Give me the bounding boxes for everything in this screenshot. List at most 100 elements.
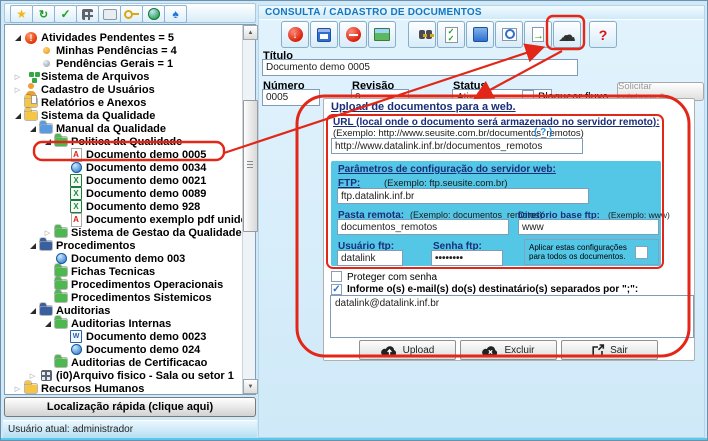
new-document-button[interactable] [281, 21, 309, 48]
tree: Atividades Pendentes = 5Minhas Pendência… [4, 24, 256, 395]
expand-arrow-icon[interactable]: ▷ [12, 86, 23, 94]
sair-button[interactable]: Sair [561, 340, 658, 360]
tree-item-label: (i0)Arquivo fisico - Sala ou setor 1 [56, 370, 234, 382]
dot-gray-icon [38, 57, 54, 70]
upload-button[interactable]: Upload [359, 340, 456, 360]
export-button[interactable] [524, 21, 552, 48]
checklist-button[interactable] [437, 21, 465, 48]
expand-arrow-icon[interactable] [12, 35, 23, 41]
save-button[interactable] [310, 21, 338, 48]
tree-item[interactable]: Documento demo 0089 [5, 187, 255, 200]
apply-config-checkbox[interactable] [635, 246, 648, 259]
tree-item[interactable]: Auditorias [5, 304, 255, 317]
numero-input[interactable] [262, 89, 320, 106]
email-textarea[interactable]: datalink@datalink.inf.br [330, 295, 694, 338]
tree-item[interactable]: ▷Sistema de Arquivos [5, 70, 255, 83]
delete-button[interactable] [339, 21, 367, 48]
tree-item-label: Procedimentos [56, 240, 135, 252]
email-checkbox[interactable] [331, 284, 342, 295]
expand-arrow-icon[interactable]: ▷ [12, 73, 23, 81]
expand-arrow-icon[interactable]: ▷ [27, 372, 38, 380]
preview-button[interactable] [495, 21, 523, 48]
diretorio-input[interactable] [518, 219, 659, 235]
tree-scrollbar[interactable]: ▲ ▼ [242, 25, 255, 394]
key-button[interactable] [120, 5, 143, 23]
expand-arrow-icon[interactable]: ▷ [42, 229, 53, 237]
globe-button[interactable] [142, 5, 165, 23]
tree-item[interactable]: Relatórios e Anexos [5, 96, 255, 109]
quick-find-button[interactable]: Localização rápida (clique aqui) [4, 397, 256, 417]
url-input[interactable] [331, 138, 583, 154]
tree-item[interactable]: ▷ Recursos Humanos [5, 382, 255, 395]
tree-item[interactable]: Documento demo 0034 [5, 161, 255, 174]
scroll-up-icon[interactable]: ▲ [243, 25, 258, 40]
folder-green-icon [53, 291, 69, 304]
tree-item[interactable]: Documento exemplo pdf unido [5, 213, 255, 226]
tree-item[interactable]: ▷Cadastro de Usuários [5, 83, 255, 96]
senha-ftp-input[interactable] [431, 250, 503, 266]
apply-config-group: Aplicar estas configurações para todos o… [524, 239, 659, 265]
proteger-senha-checkbox[interactable] [331, 271, 342, 282]
tree-item-label: Fichas Tecnicas [71, 266, 155, 278]
pasta-remota-input[interactable] [337, 219, 509, 235]
tree-item[interactable]: Documento demo 928 [5, 200, 255, 213]
scroll-down-icon[interactable]: ▼ [243, 379, 258, 394]
grid-icon [82, 9, 93, 20]
tree-item[interactable]: Pendências Gerais = 1 [5, 57, 255, 70]
help-button[interactable] [589, 21, 617, 48]
tree-item-label: Minhas Pendências = 4 [56, 45, 177, 57]
globe-doc-icon [53, 252, 69, 265]
tree-item[interactable]: Documento demo 024 [5, 343, 255, 356]
expand-arrow-icon[interactable] [42, 139, 53, 145]
tree-item[interactable]: ▷ (i0)Arquivo fisico - Sala ou setor 1 [5, 369, 255, 382]
usuario-ftp-input[interactable] [337, 250, 403, 266]
copy-button[interactable] [466, 21, 494, 48]
excluir-button[interactable]: Excluir [460, 340, 557, 360]
tree-item-label: Recursos Humanos [41, 383, 144, 395]
globe-doc-icon [68, 161, 84, 174]
expand-arrow-icon[interactable] [42, 321, 53, 327]
tree-item[interactable]: Auditorias de Certificacao [5, 356, 255, 369]
tree-item[interactable]: Documento demo 003 [5, 252, 255, 265]
refresh-icon [39, 8, 48, 21]
check-button[interactable] [54, 5, 77, 23]
tree-item[interactable]: Documento demo 0021 [5, 174, 255, 187]
expand-arrow-icon[interactable] [27, 308, 38, 314]
folder-green-icon [53, 135, 69, 148]
tree-item[interactable]: Procedimentos [5, 239, 255, 252]
panel-title: CONSULTA / CADASTRO DE DOCUMENTOS [259, 6, 704, 20]
tree-item[interactable]: Minhas Pendências = 4 [5, 44, 255, 57]
tree-item-label: Documento demo 003 [71, 253, 185, 265]
tree-item[interactable]: Politica da Qualidade [5, 135, 255, 148]
grid-button[interactable] [76, 5, 99, 23]
cloud-upload-button[interactable] [553, 21, 581, 48]
tree-item[interactable]: Fichas Tecnicas [5, 265, 255, 278]
tree-item[interactable]: Documento demo 0005 [5, 148, 255, 161]
spade-button[interactable] [164, 5, 187, 23]
expand-arrow-icon[interactable] [12, 113, 23, 119]
tree-item-label: Documento demo 024 [86, 344, 200, 356]
refresh-button[interactable] [32, 5, 55, 23]
expand-arrow-icon[interactable]: ▷ [12, 385, 23, 393]
binoculars-button[interactable] [408, 21, 436, 48]
scrollbar-thumb[interactable] [243, 100, 258, 232]
tree-item[interactable]: Documento demo 0023 [5, 330, 255, 343]
tree-item[interactable]: Manual da Qualidade [5, 122, 255, 135]
tree-item[interactable]: Atividades Pendentes = 5 [5, 31, 255, 44]
image-button[interactable] [368, 21, 396, 48]
url-help-link[interactable]: ( ? ) [534, 127, 552, 138]
ftp-input[interactable] [337, 188, 589, 204]
tree-item[interactable]: Auditorias Internas [5, 317, 255, 330]
star-button[interactable] [10, 5, 33, 23]
excluir-button-label: Excluir [504, 345, 534, 356]
params-title: Parâmetros de configuração do servidor w… [338, 164, 556, 175]
tree-item-label: Procedimentos Sistemicos [71, 292, 212, 304]
chat-button[interactable] [98, 5, 121, 23]
pdf-icon [68, 213, 84, 226]
folder-blue-icon [38, 122, 54, 135]
titulo-input[interactable] [262, 59, 578, 76]
tree-item-label: Documento demo 0023 [86, 331, 206, 343]
tree-item[interactable]: Procedimentos Operacionais [5, 278, 255, 291]
expand-arrow-icon[interactable] [27, 126, 38, 132]
expand-arrow-icon[interactable] [27, 243, 38, 249]
